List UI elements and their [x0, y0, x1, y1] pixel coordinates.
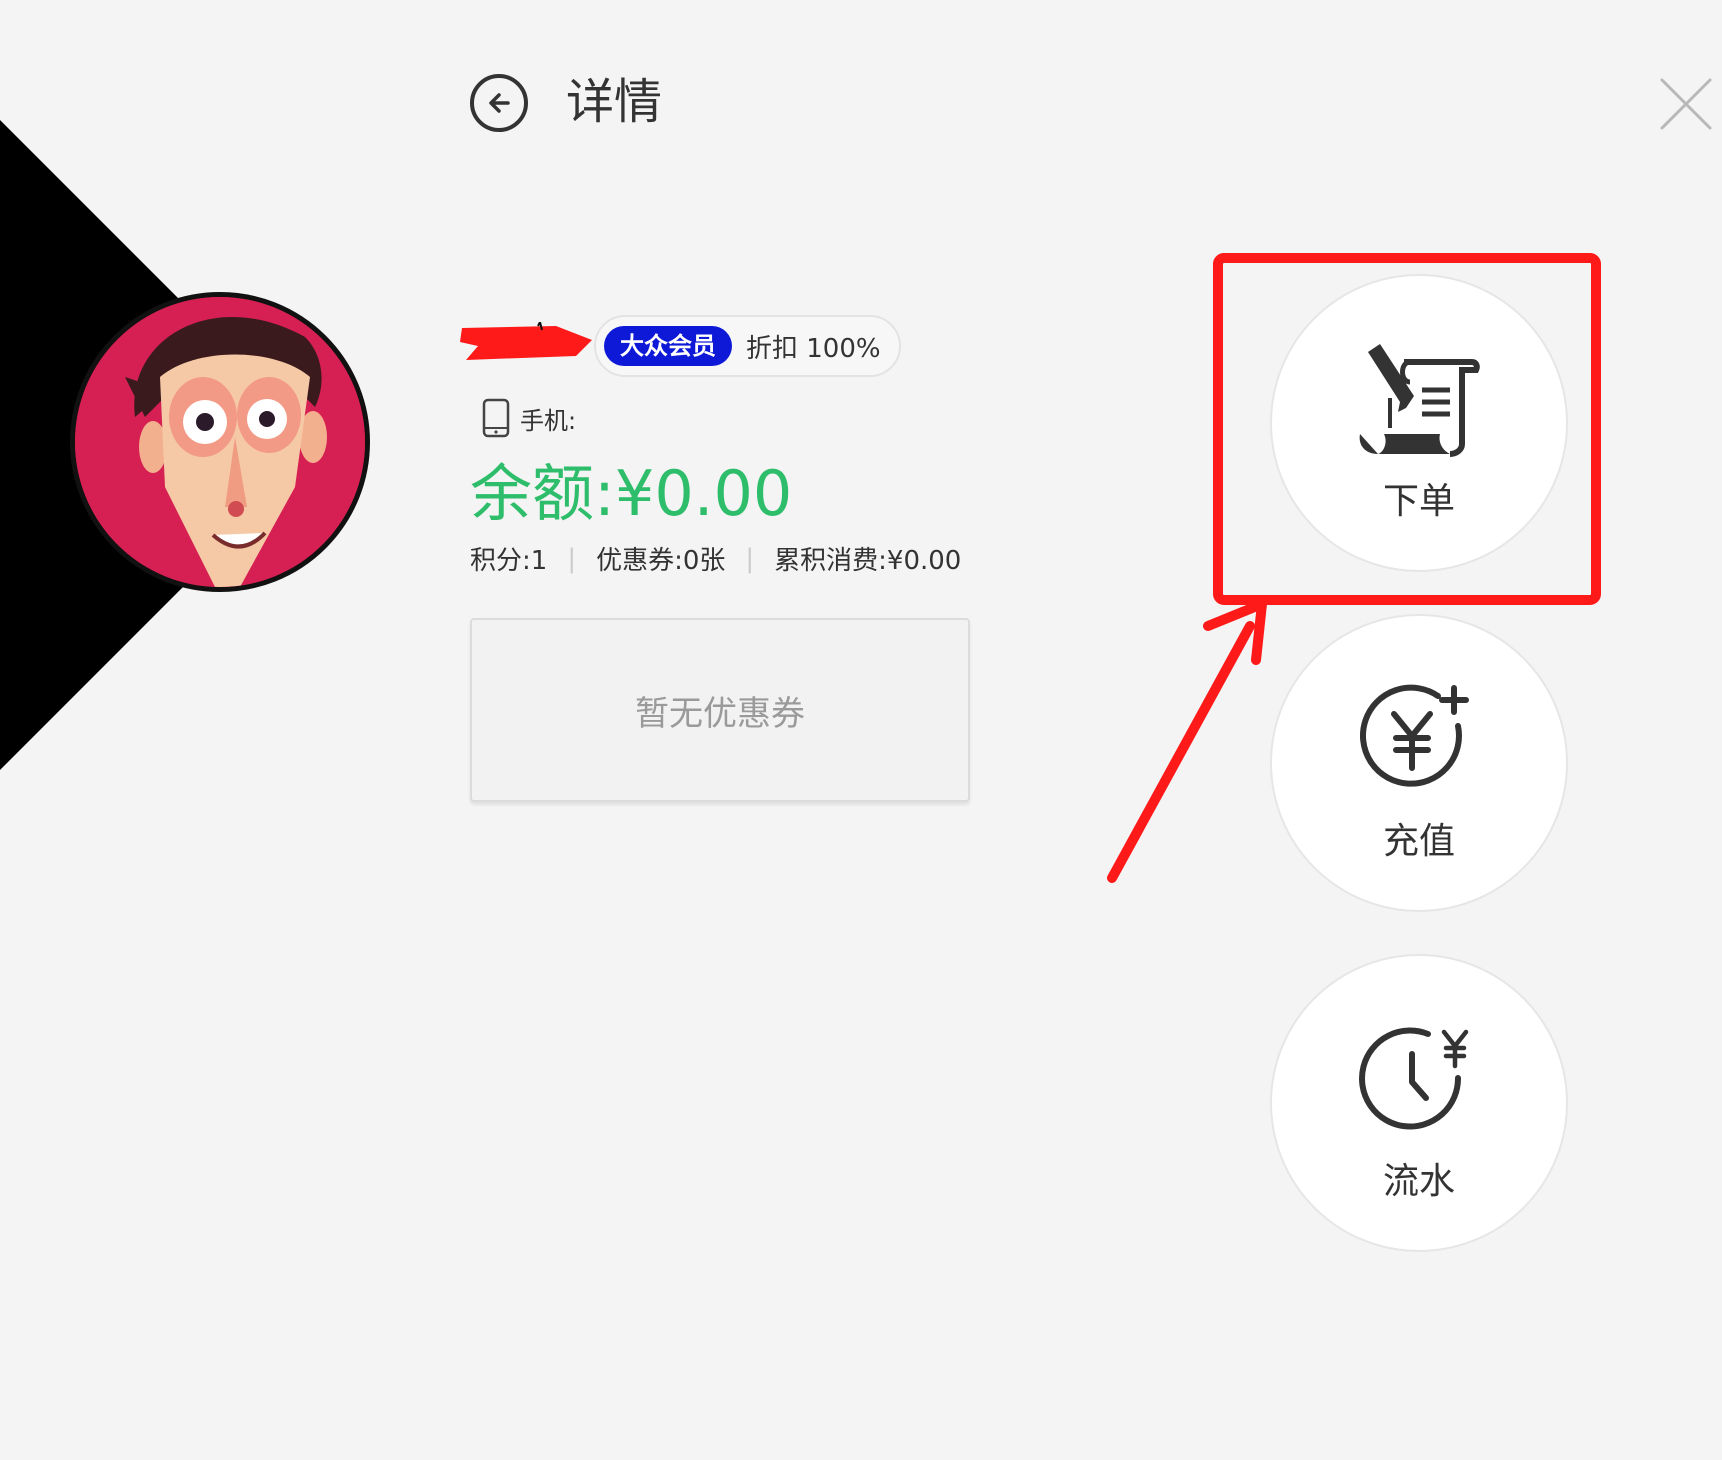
- back-button[interactable]: [470, 74, 528, 132]
- stat-divider: |: [567, 543, 577, 574]
- points-stat: 积分:1: [470, 546, 548, 576]
- order-button[interactable]: 下单: [1270, 274, 1568, 572]
- order-scroll-pen-icon: [1359, 344, 1480, 457]
- member-level-badge: 大众会员: [604, 326, 732, 366]
- coupons-stat: 优惠券:0张: [596, 546, 726, 576]
- phone-label: 手机:: [520, 406, 577, 435]
- flow-button[interactable]: 流水: [1270, 954, 1568, 1252]
- annotation-arrow-head: [1203, 599, 1267, 665]
- recharge-button[interactable]: 充值: [1270, 614, 1568, 912]
- flow-label: 流水: [1382, 1161, 1455, 1202]
- yuan-plus-icon: [1359, 684, 1469, 787]
- phone-icon: [482, 398, 510, 438]
- discount-text: 折扣 100%: [746, 333, 881, 364]
- arrow-left-icon: [489, 93, 510, 113]
- order-label: 下单: [1382, 481, 1455, 522]
- recharge-label: 充值: [1382, 821, 1455, 862]
- coupon-empty-box: 暂无优惠券: [470, 618, 970, 802]
- decorative-wedge: [0, 120, 200, 770]
- total-spend-stat: 累积消费:¥0.00: [774, 546, 962, 576]
- member-level-pill: 大众会员 折扣 100%: [594, 315, 901, 377]
- close-icon[interactable]: [1660, 78, 1712, 130]
- balance-amount: 余额:¥0.00: [470, 457, 793, 530]
- avatar-face-illustration: [75, 297, 365, 587]
- stats-row: 积分:1 | 优惠券:0张 | 累积消费:¥0.00: [470, 540, 961, 577]
- stat-divider: |: [745, 543, 755, 574]
- clock-yuan-icon: [1359, 1027, 1469, 1130]
- phone-row: 手机:: [482, 398, 576, 438]
- member-detail-page: 详情 大众会员 折扣 100% 手机: 余额:¥0.00 积分:1 | 优惠券:…: [0, 0, 1722, 1460]
- avatar: [70, 292, 370, 592]
- annotation-arrow: [1107, 621, 1255, 883]
- page-title: 详情: [566, 74, 663, 130]
- redacted-name: [460, 322, 592, 360]
